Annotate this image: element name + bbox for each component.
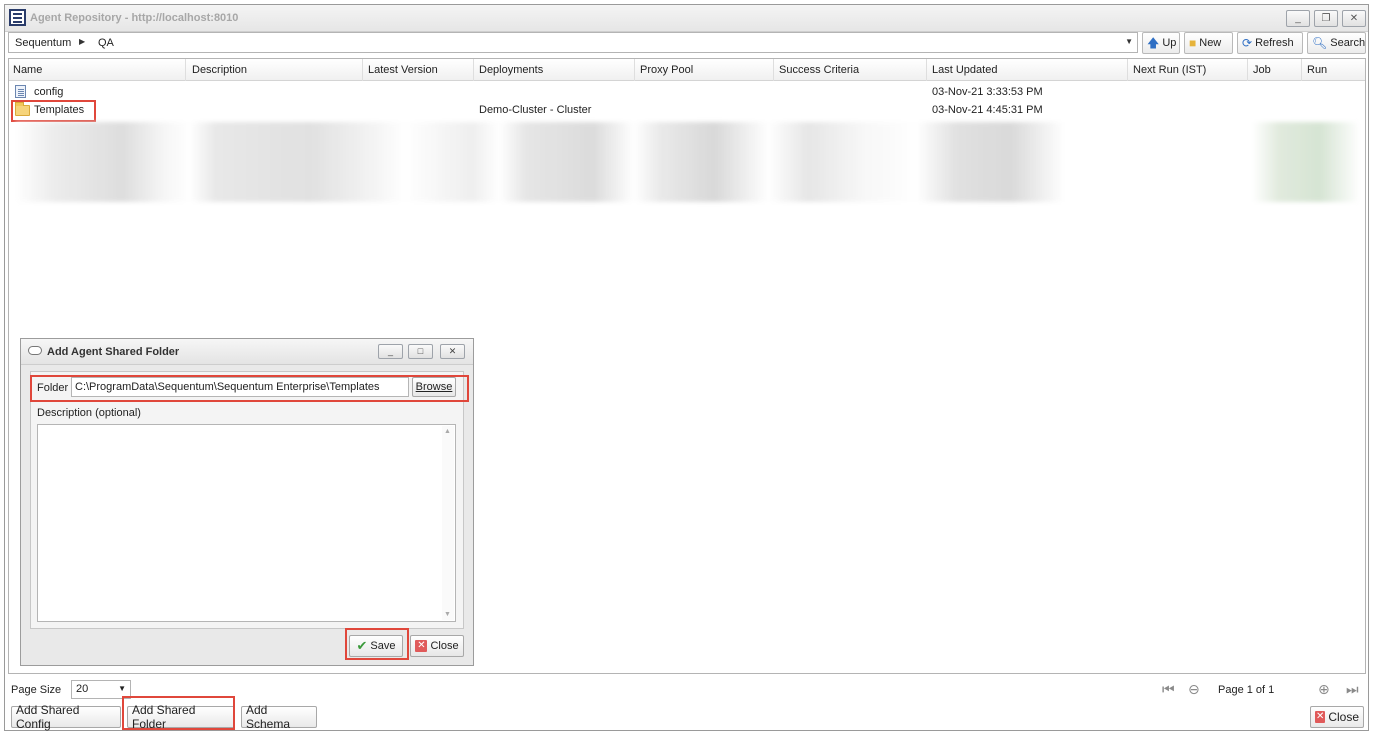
row-deployments: Demo-Cluster - Cluster <box>479 104 592 116</box>
new-button-label: New <box>1199 37 1222 49</box>
description-label: Description (optional) <box>37 407 141 419</box>
breadcrumb-current[interactable]: QA <box>98 37 114 49</box>
add-schema-button[interactable]: Add Schema <box>241 703 317 731</box>
dialog-close-label: Close <box>430 640 459 652</box>
chevron-down-icon[interactable]: ▼ <box>118 684 126 693</box>
file-icon <box>15 85 26 98</box>
column-success-criteria[interactable]: Success Criteria <box>775 59 927 81</box>
folder-icon: ■ <box>1189 36 1197 50</box>
page-size-value: 20 <box>76 683 89 695</box>
templates-highlight <box>11 100 96 122</box>
sequentum-logo-icon <box>9 9 26 26</box>
add-shared-config-button[interactable]: Add Shared Config <box>11 703 121 731</box>
close-button-label: Close <box>1328 710 1359 724</box>
arrow-up-icon: 🡅 <box>1147 36 1160 50</box>
dialog-close-button[interactable]: ✕ Close <box>410 635 464 657</box>
refresh-icon: ⟳ <box>1242 36 1253 50</box>
search-icon: 🔍︎ <box>1312 36 1328 50</box>
column-proxy-pool[interactable]: Proxy Pool <box>636 59 774 81</box>
table-row[interactable]: config 03-Nov-21 3:33:53 PM <box>9 83 1365 101</box>
column-job[interactable]: Job <box>1249 59 1302 81</box>
minimize-button[interactable]: _ <box>1286 10 1310 27</box>
window-close-button[interactable]: ✕ <box>1342 10 1366 27</box>
dialog-title-bar: Add Agent Shared Folder _ □ ✕ <box>21 339 473 365</box>
dialog-minimize-button[interactable]: _ <box>378 344 403 359</box>
redacted-rows <box>15 122 1360 202</box>
row-last-updated: 03-Nov-21 3:33:53 PM <box>932 86 1043 98</box>
column-description[interactable]: Description <box>188 59 363 81</box>
column-deployments[interactable]: Deployments <box>475 59 635 81</box>
close-icon: ✕ <box>1315 711 1326 723</box>
table-row[interactable]: Templates Demo-Cluster - Cluster 03-Nov-… <box>9 101 1365 119</box>
description-textarea[interactable] <box>37 424 456 622</box>
folder-row-highlight <box>30 375 469 402</box>
column-last-updated[interactable]: Last Updated <box>928 59 1128 81</box>
column-latest-version[interactable]: Latest Version <box>364 59 474 81</box>
search-button-label: Search <box>1330 37 1366 49</box>
address-bar[interactable]: Sequentum ▶ QA ▼ <box>8 32 1138 53</box>
page-size-label: Page Size <box>11 684 62 696</box>
column-run[interactable]: Run <box>1303 59 1363 81</box>
description-scrollbar[interactable]: ▲ ▼ <box>442 426 454 620</box>
dialog-close-x-button[interactable]: ✕ <box>440 344 465 359</box>
dialog-title: Add Agent Shared Folder <box>47 346 180 358</box>
restore-button[interactable]: ❐ <box>1314 10 1338 27</box>
last-page-icon[interactable]: ⏭ <box>1346 681 1359 698</box>
refresh-button-label: Refresh <box>1255 37 1294 49</box>
dialog-body: Folder Browse Description (optional) ▲ ▼ <box>30 371 464 629</box>
breadcrumb-root[interactable]: Sequentum <box>15 37 71 49</box>
previous-page-icon[interactable]: ⊖ <box>1188 681 1200 698</box>
add-shared-folder-highlight <box>122 696 235 730</box>
save-highlight <box>345 628 409 660</box>
up-button[interactable]: 🡅 Up <box>1142 32 1180 54</box>
search-button[interactable]: 🔍︎ Search <box>1307 32 1366 54</box>
title-bar: Agent Repository - http://localhost:8010… <box>5 5 1368 32</box>
new-button[interactable]: ■ New <box>1184 32 1233 54</box>
scroll-up-icon[interactable]: ▲ <box>444 428 451 435</box>
up-button-label: Up <box>1162 37 1177 49</box>
column-name[interactable]: Name <box>9 59 186 81</box>
column-next-run[interactable]: Next Run (IST) <box>1129 59 1248 81</box>
cloud-icon <box>28 346 42 355</box>
scroll-down-icon[interactable]: ▼ <box>444 611 451 618</box>
dialog-maximize-button[interactable]: □ <box>408 344 433 359</box>
close-button[interactable]: ✕ Close <box>1310 706 1364 728</box>
refresh-button[interactable]: ⟳ Refresh <box>1237 32 1303 54</box>
row-name: config <box>34 86 64 98</box>
window-title: Agent Repository - http://localhost:8010 <box>30 12 239 24</box>
grid-header: Name Description Latest Version Deployme… <box>9 59 1365 81</box>
chevron-down-icon[interactable]: ▼ <box>1125 37 1133 46</box>
close-icon: ✕ <box>415 640 428 652</box>
page-info: Page 1 of 1 <box>1218 684 1275 696</box>
first-page-icon[interactable]: ⏮ <box>1162 681 1175 698</box>
next-page-icon[interactable]: ⊕ <box>1318 681 1330 698</box>
row-last-updated: 03-Nov-21 4:45:31 PM <box>932 104 1043 116</box>
breadcrumb-separator-icon: ▶ <box>79 37 86 46</box>
